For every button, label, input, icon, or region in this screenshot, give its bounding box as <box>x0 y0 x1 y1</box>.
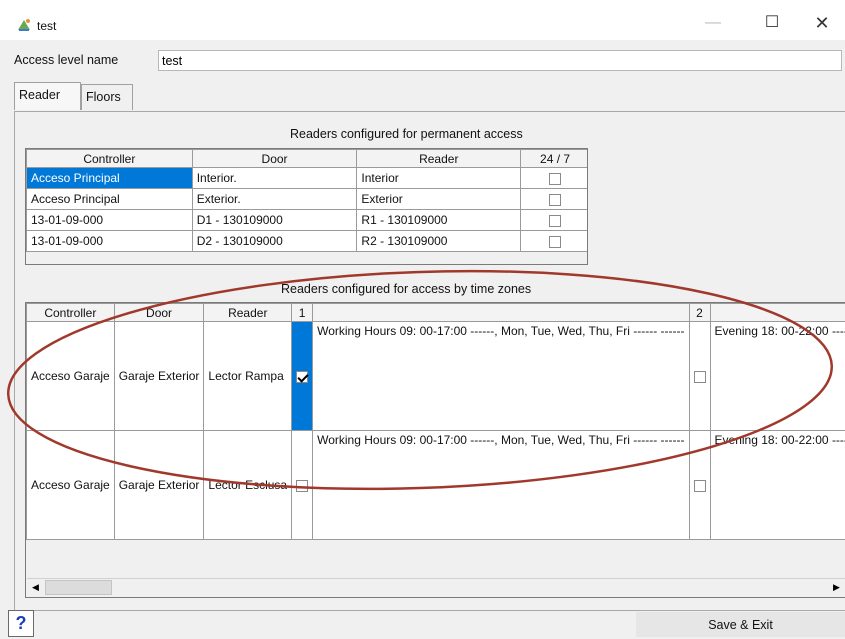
cell-reader[interactable]: Lector Rampa <box>204 322 292 431</box>
time-zone-access-caption: Readers configured for access by time zo… <box>281 282 531 296</box>
cell-24-7 <box>521 210 588 231</box>
checkbox-tz-1[interactable] <box>296 371 308 383</box>
cell-24-7 <box>521 189 588 210</box>
permanent-access-table: Controller Door Reader 24 / 7 Acceso Pri… <box>26 149 588 252</box>
checkbox-24-7[interactable] <box>549 236 561 248</box>
cell-controller[interactable]: Acceso Principal <box>27 168 193 189</box>
tab-reader[interactable]: Reader <box>14 82 81 110</box>
close-button[interactable]: ✕ <box>799 9 845 37</box>
cell-door[interactable]: Garaje Exterior <box>114 322 204 431</box>
cell-tz-2-details[interactable]: Evening 18: 00-22:00 ------, Mon, Tue, W… <box>710 431 845 540</box>
scroll-right-icon[interactable]: ▶ <box>828 579 845 596</box>
cell-24-7 <box>521 168 588 189</box>
permanent-access-grid: Controller Door Reader 24 / 7 Acceso Pri… <box>25 148 588 265</box>
cell-controller[interactable]: Acceso Garaje <box>27 431 115 540</box>
cell-controller[interactable]: Acceso Principal <box>27 189 193 210</box>
access-level-name-label: Access level name <box>14 53 118 67</box>
table-row[interactable]: 13-01-09-000 D2 - 130109000 R2 - 1301090… <box>27 231 589 252</box>
app-tree-icon <box>16 18 32 32</box>
checkbox-24-7[interactable] <box>549 194 561 206</box>
minimize-button[interactable]: — <box>690 9 736 37</box>
permanent-access-caption: Readers configured for permanent access <box>290 127 523 141</box>
column-header-tz-1-details[interactable] <box>313 304 689 322</box>
cell-reader[interactable]: R1 - 130109000 <box>357 210 521 231</box>
cell-tz-2 <box>689 431 710 540</box>
maximize-button[interactable]: ☐ <box>749 9 795 37</box>
column-header-door[interactable]: Door <box>114 304 204 322</box>
column-header-door[interactable]: Door <box>192 150 357 168</box>
cell-reader[interactable]: Exterior <box>357 189 521 210</box>
column-header-24-7[interactable]: 24 / 7 <box>521 150 588 168</box>
cell-reader[interactable]: Interior <box>357 168 521 189</box>
checkbox-tz-2[interactable] <box>694 371 706 383</box>
column-header-tz-2-details[interactable] <box>710 304 845 322</box>
checkbox-tz-2[interactable] <box>694 480 706 492</box>
checkbox-24-7[interactable] <box>549 173 561 185</box>
cell-door[interactable]: Interior. <box>192 168 357 189</box>
table-row[interactable]: Acceso Garaje Garaje Exterior Lector Ram… <box>27 322 845 431</box>
scroll-left-icon[interactable]: ◀ <box>27 579 44 596</box>
cell-tz-1 <box>292 431 313 540</box>
scrollbar-thumb[interactable] <box>45 580 112 595</box>
table-row[interactable]: 13-01-09-000 D1 - 130109000 R1 - 1301090… <box>27 210 589 231</box>
cell-door[interactable]: Garaje Exterior <box>114 431 204 540</box>
reader-tab-panel: Readers configured for permanent access … <box>14 111 845 611</box>
cell-tz-1-details[interactable]: Working Hours 09: 00-17:00 ------, Mon, … <box>313 431 689 540</box>
column-header-controller[interactable]: Controller <box>27 304 115 322</box>
checkbox-tz-1[interactable] <box>296 480 308 492</box>
window-title: test <box>37 19 56 33</box>
time-zone-access-grid: Controller Door Reader 1 2 Acceso Garaje… <box>25 302 845 598</box>
cell-reader[interactable]: R2 - 130109000 <box>357 231 521 252</box>
column-header-controller[interactable]: Controller <box>27 150 193 168</box>
horizontal-scrollbar[interactable]: ◀ ▶ <box>27 578 845 596</box>
title-bar: test — ☐ ✕ <box>0 0 845 40</box>
access-level-name-input[interactable] <box>158 50 842 71</box>
cell-door[interactable]: D1 - 130109000 <box>192 210 357 231</box>
cell-tz-1 <box>292 322 313 431</box>
column-header-reader[interactable]: Reader <box>357 150 521 168</box>
cell-reader[interactable]: Lector Esclusa <box>204 431 292 540</box>
cell-tz-2 <box>689 322 710 431</box>
column-header-reader[interactable]: Reader <box>204 304 292 322</box>
cell-door[interactable]: Exterior. <box>192 189 357 210</box>
checkbox-24-7[interactable] <box>549 215 561 227</box>
save-exit-button[interactable]: Save & Exit <box>636 612 845 637</box>
column-header-tz-2[interactable]: 2 <box>689 304 710 322</box>
help-button[interactable]: ? <box>8 610 34 637</box>
column-header-tz-1[interactable]: 1 <box>292 304 313 322</box>
tab-floors[interactable]: Floors <box>81 84 133 110</box>
table-row[interactable]: Acceso Garaje Garaje Exterior Lector Esc… <box>27 431 845 540</box>
cell-door[interactable]: D2 - 130109000 <box>192 231 357 252</box>
cell-controller[interactable]: Acceso Garaje <box>27 322 115 431</box>
cell-controller[interactable]: 13-01-09-000 <box>27 231 193 252</box>
cell-24-7 <box>521 231 588 252</box>
cell-tz-1-details[interactable]: Working Hours 09: 00-17:00 ------, Mon, … <box>313 322 689 431</box>
table-row[interactable]: Acceso Principal Exterior. Exterior <box>27 189 589 210</box>
cell-tz-2-details[interactable]: Evening 18: 00-22:00 ------, Mon, Tue, W… <box>710 322 845 431</box>
cell-controller[interactable]: 13-01-09-000 <box>27 210 193 231</box>
time-zone-access-table: Controller Door Reader 1 2 Acceso Garaje… <box>26 303 845 540</box>
table-row[interactable]: Acceso Principal Interior. Interior <box>27 168 589 189</box>
